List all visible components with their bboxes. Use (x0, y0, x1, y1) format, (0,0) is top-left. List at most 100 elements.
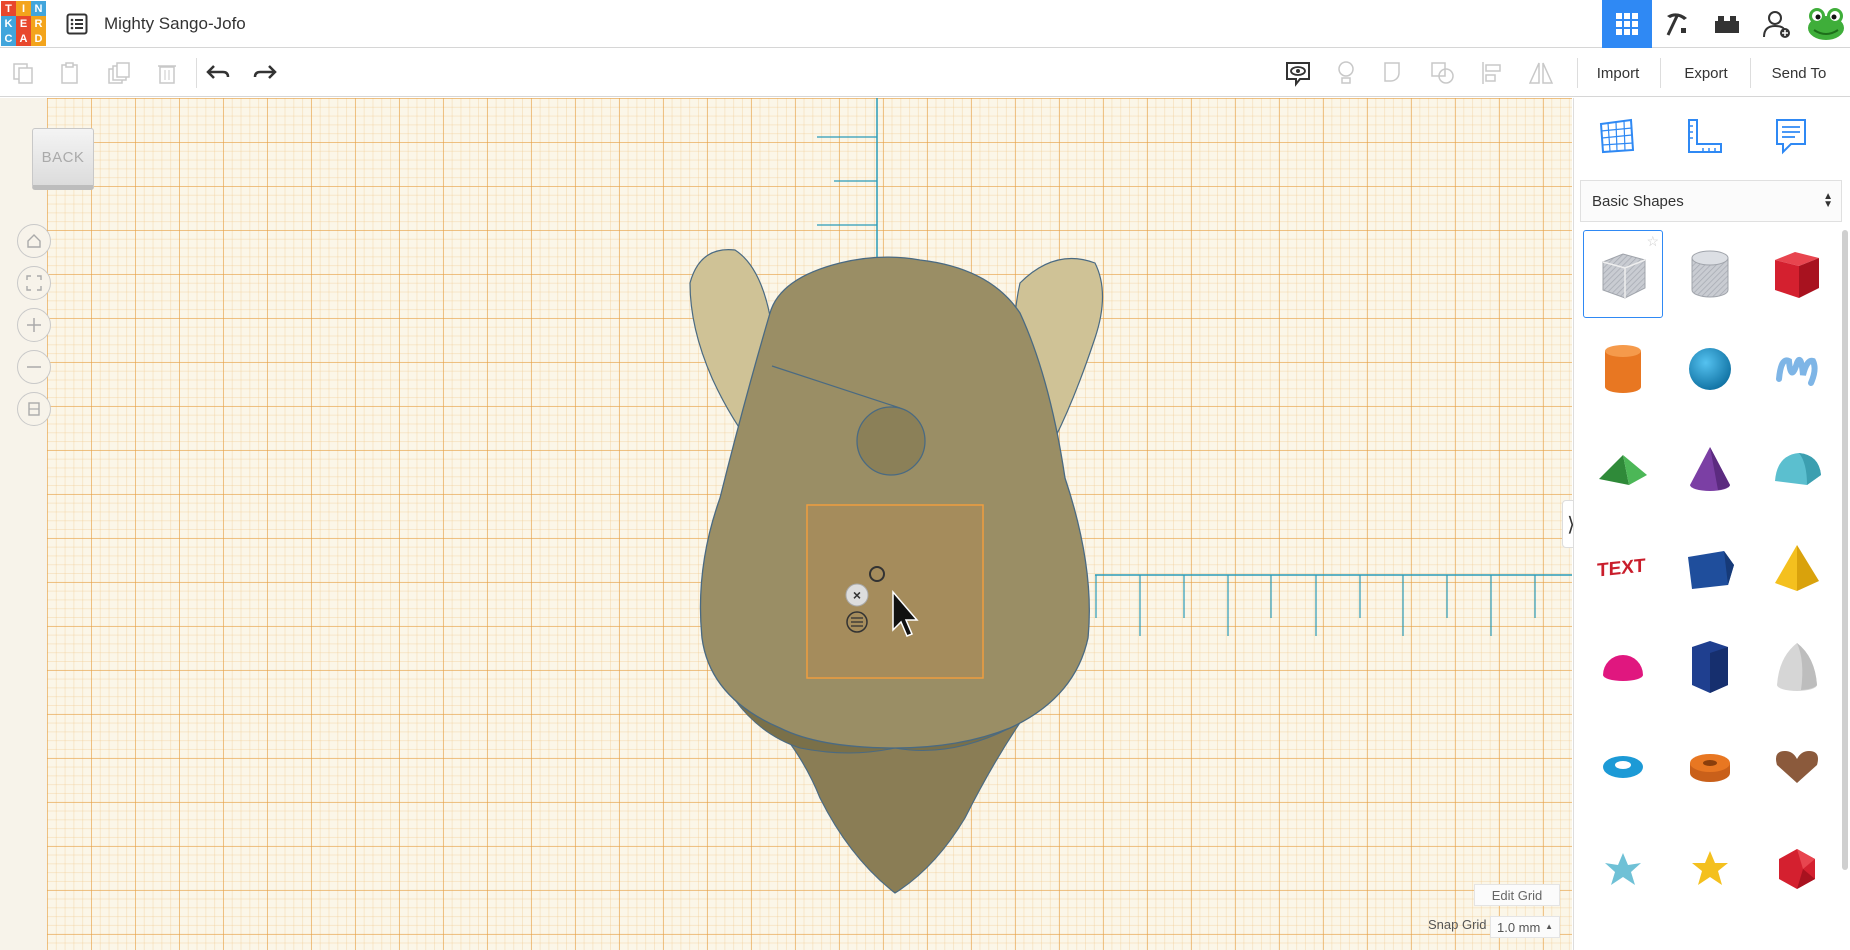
duplicate-icon (108, 62, 130, 84)
shape-polygon[interactable] (1670, 623, 1750, 711)
workplane-icon (1599, 118, 1635, 154)
logo-letter: R (31, 16, 46, 31)
model-viewport[interactable]: × (0, 98, 1572, 950)
logo-letter: C (1, 31, 16, 46)
avatar-icon (1808, 8, 1844, 40)
shape-cylinder[interactable] (1583, 325, 1663, 413)
export-button[interactable]: Export (1668, 58, 1744, 88)
cone-icon (1690, 447, 1730, 491)
group-icon (1384, 62, 1400, 82)
shape-cone[interactable] (1670, 425, 1750, 513)
shape-category-select[interactable]: Basic Shapes ▲ ▼ (1580, 180, 1842, 222)
add-user-button[interactable] (1752, 0, 1802, 48)
zoom-out-button[interactable] (17, 350, 51, 384)
shape-cylinder-hole[interactable] (1670, 230, 1750, 318)
svg-text:TEXT: TEXT (1597, 555, 1646, 581)
light-button[interactable] (1331, 59, 1361, 87)
edit-grid-button[interactable]: Edit Grid (1474, 884, 1560, 906)
design-list-icon[interactable] (66, 13, 88, 35)
mirror-button[interactable] (1526, 59, 1556, 87)
perspective-icon (28, 402, 40, 416)
send-to-button[interactable]: Send To (1756, 58, 1842, 88)
shape-pyramid[interactable] (1757, 525, 1837, 613)
shape-half-sphere[interactable] (1583, 623, 1663, 711)
user-add-icon (1763, 11, 1790, 38)
notes-icon (1776, 119, 1806, 155)
shape-category-value: Basic Shapes (1592, 192, 1684, 210)
delete-button[interactable] (152, 59, 182, 87)
shape-star-gold[interactable] (1670, 825, 1750, 913)
icosahedron-icon (1779, 849, 1815, 889)
star-icon (1605, 853, 1641, 885)
paste-button[interactable] (55, 59, 85, 87)
sphere-icon (1689, 348, 1731, 390)
shape-box[interactable] (1757, 230, 1837, 318)
grid-view-button[interactable] (1602, 0, 1652, 48)
shape-round-roof[interactable] (1757, 425, 1837, 513)
redo-button[interactable] (250, 59, 280, 87)
tinkercad-logo[interactable]: T I N K E R C A D (1, 1, 46, 46)
pyramid-icon (1775, 545, 1819, 591)
import-button[interactable]: Import (1583, 58, 1653, 88)
notes-button[interactable] (1766, 112, 1816, 160)
shape-heart[interactable] (1757, 723, 1837, 811)
logo-letter: I (16, 1, 31, 16)
logo-letter: D (31, 31, 46, 46)
shape-box-hole[interactable]: ☆ (1583, 230, 1663, 318)
sidebar-scrollbar[interactable] (1842, 230, 1848, 870)
round-roof-icon (1775, 453, 1821, 485)
shape-scribble[interactable] (1757, 325, 1837, 413)
shape-sphere[interactable] (1670, 325, 1750, 413)
back-view-cube[interactable]: BACK (32, 128, 94, 190)
cylinder-icon (1605, 345, 1641, 393)
shape-roof[interactable] (1583, 425, 1663, 513)
fit-view-button[interactable] (17, 266, 51, 300)
copy-button[interactable] (8, 59, 38, 87)
star-gold-icon (1692, 851, 1728, 885)
logo-letter: N (31, 1, 46, 16)
shape-wedge[interactable] (1670, 525, 1750, 613)
undo-button[interactable] (203, 59, 233, 87)
workplane-canvas[interactable]: × BACK (0, 98, 1572, 950)
align-button[interactable] (1478, 59, 1508, 87)
snap-grid-select[interactable]: 1.0 mm ▲ (1490, 916, 1560, 938)
notes-visibility-button[interactable] (1283, 59, 1313, 87)
logo-letter: E (16, 16, 31, 31)
group-button[interactable] (1380, 59, 1410, 87)
bricks-button[interactable] (1702, 0, 1752, 48)
brick-icon (1715, 16, 1739, 33)
profile-button[interactable] (1802, 0, 1850, 48)
shape-paraboloid[interactable] (1757, 623, 1837, 711)
fit-icon (26, 275, 42, 291)
snap-grid-value: 1.0 mm (1497, 919, 1541, 935)
shape-star[interactable] (1583, 825, 1663, 913)
ungroup-button[interactable] (1428, 59, 1458, 87)
caret-up-icon: ▲ (1545, 922, 1553, 931)
perspective-button[interactable] (17, 392, 51, 426)
workplane-button[interactable] (1592, 112, 1642, 160)
shape-text[interactable]: TEXT (1583, 525, 1663, 613)
design-title[interactable]: Mighty Sango-Jofo (104, 14, 246, 34)
ruler-button[interactable] (1680, 112, 1730, 160)
shape-icosahedron[interactable] (1757, 825, 1837, 913)
build-button[interactable] (1652, 0, 1702, 48)
text-shape-icon: TEXT (1597, 555, 1646, 581)
shape-tube[interactable] (1670, 723, 1750, 811)
align-icon (1482, 62, 1501, 84)
polygon-icon (1692, 641, 1728, 693)
star-favorite-icon[interactable]: ☆ (1646, 233, 1659, 250)
shape-torus[interactable] (1583, 723, 1663, 811)
paste-icon (61, 62, 78, 84)
home-view-button[interactable] (17, 224, 51, 258)
zoom-in-icon (27, 318, 41, 332)
svg-text:×: × (853, 587, 861, 603)
undo-icon (206, 65, 230, 79)
duplicate-button[interactable] (104, 59, 134, 87)
home-icon (27, 234, 41, 248)
toolbar-separator (1750, 58, 1751, 88)
ungroup-icon (1431, 62, 1454, 84)
zoom-in-button[interactable] (17, 308, 51, 342)
delete-icon (158, 65, 176, 84)
toolbar-separator (196, 58, 197, 88)
logo-letter: T (1, 1, 16, 16)
